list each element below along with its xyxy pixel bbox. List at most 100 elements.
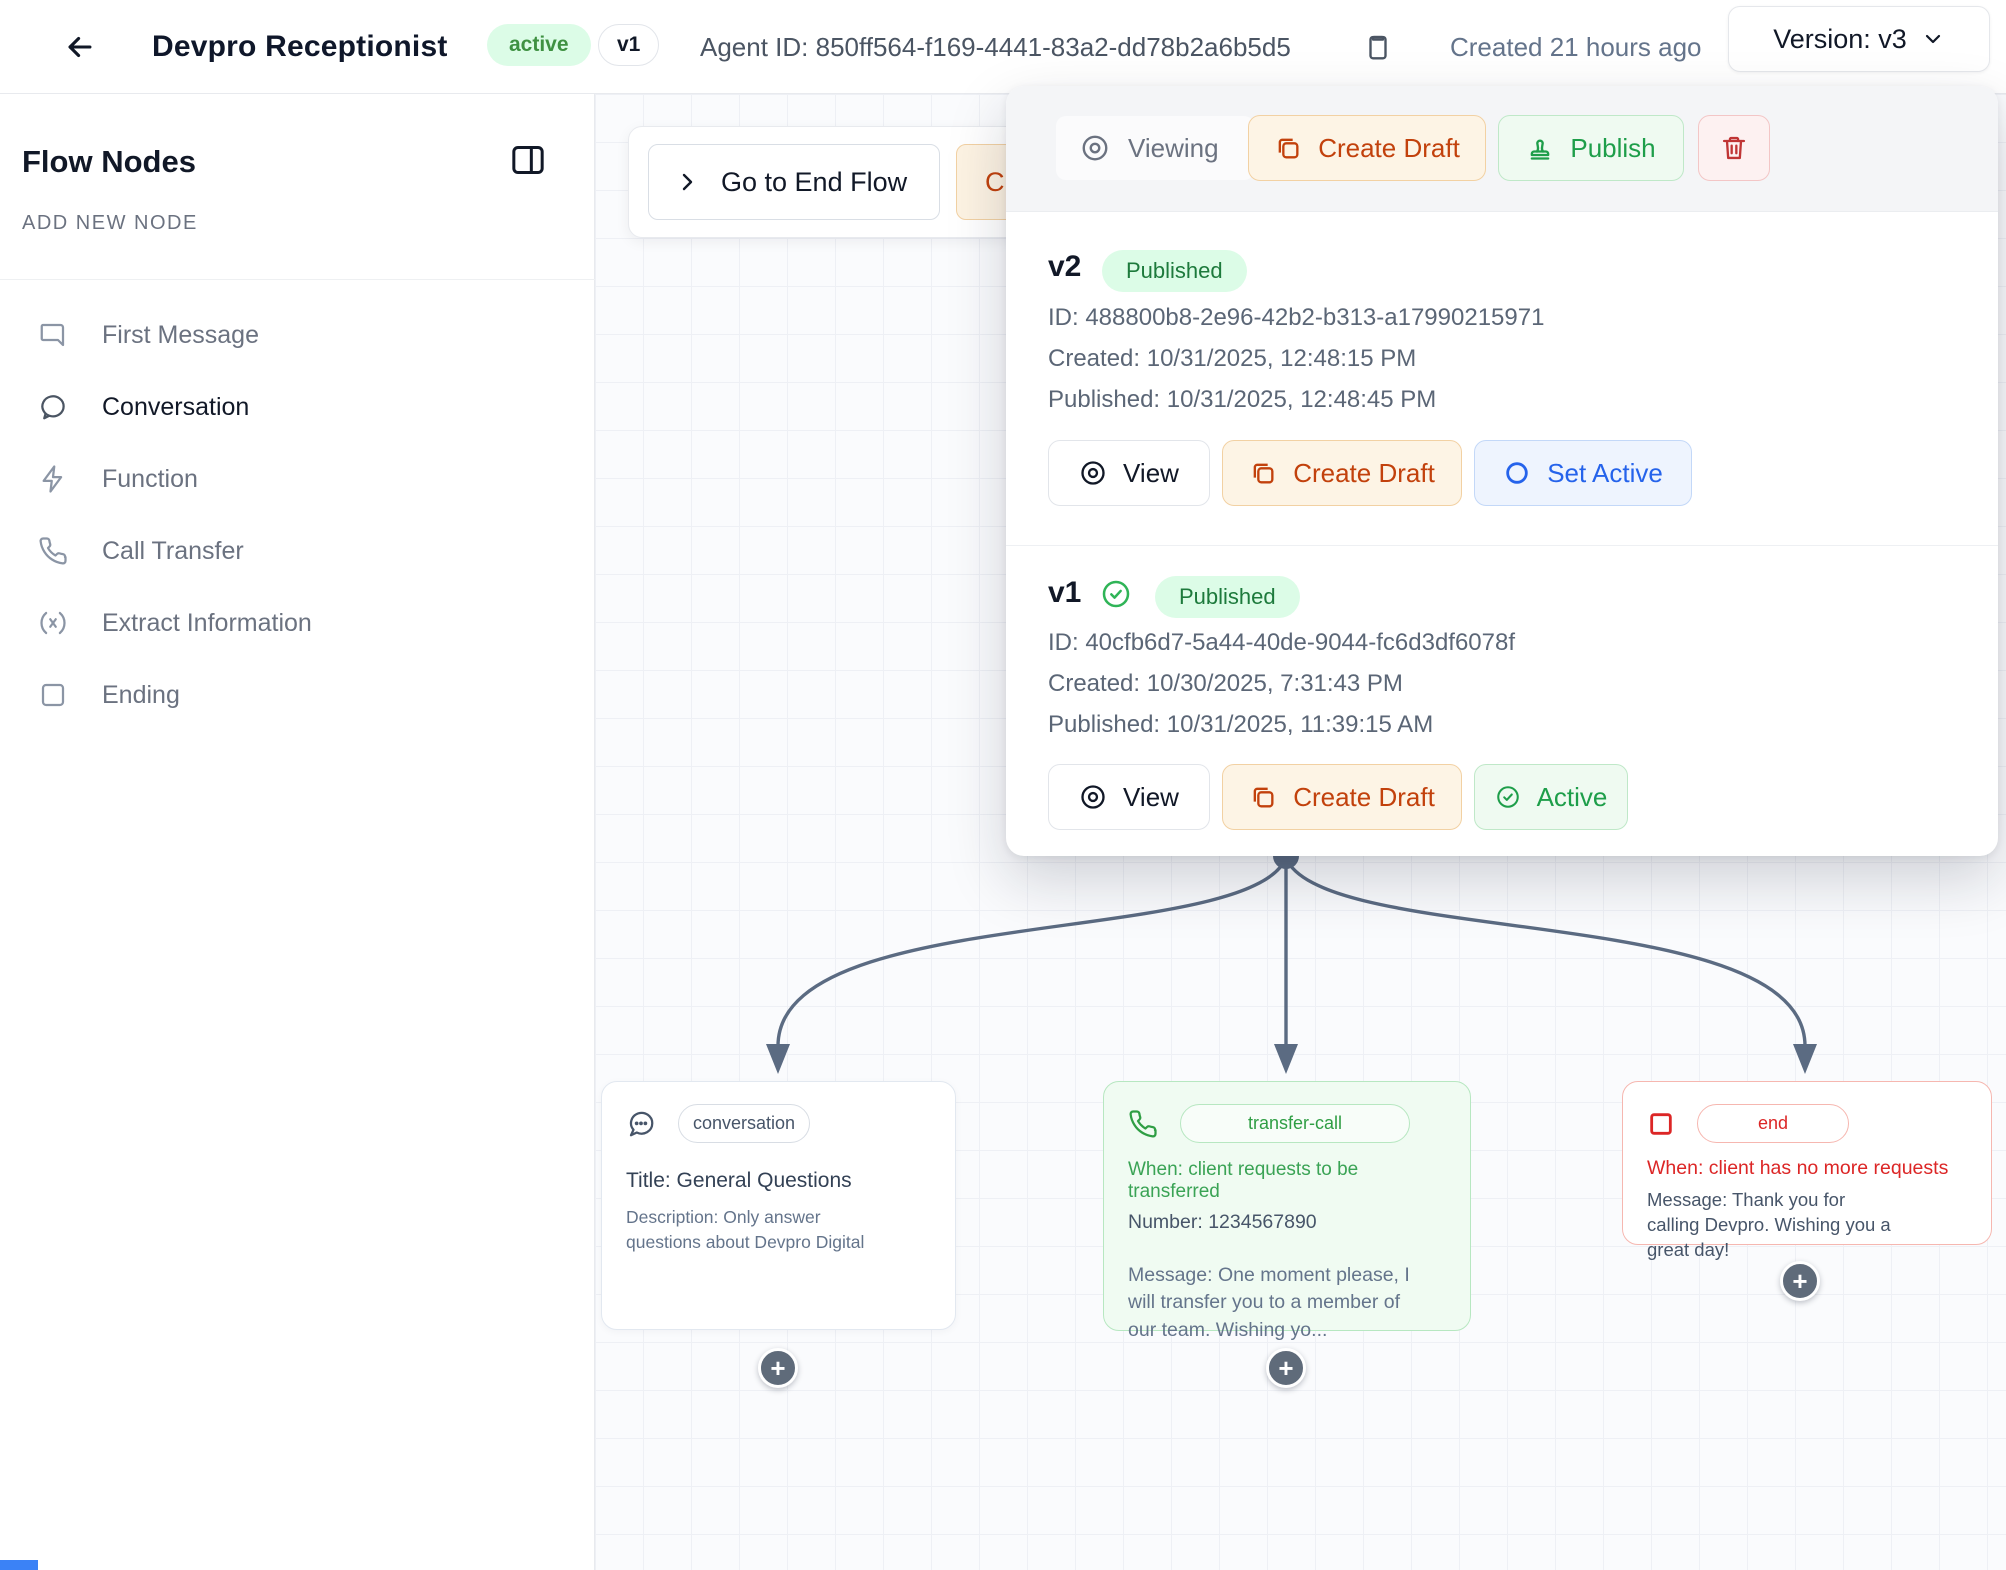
- end-node[interactable]: end When: client has no more requests Me…: [1622, 1081, 1992, 1245]
- sidebar-item-function[interactable]: Function: [0, 450, 595, 508]
- chat-round-icon: [38, 392, 68, 422]
- publish-button[interactable]: Publish: [1498, 115, 1684, 181]
- copy-icon: [1274, 134, 1302, 162]
- sidebar-item-extract-information[interactable]: Extract Information: [0, 594, 595, 652]
- created-ago-text: Created 21 hours ago: [1450, 0, 1702, 94]
- conversation-node[interactable]: conversation Title: General Questions De…: [601, 1081, 956, 1330]
- status-badge: active: [487, 24, 591, 66]
- check-circle-icon: [1495, 784, 1521, 810]
- view-button[interactable]: View: [1048, 764, 1210, 830]
- sidebar-item-conversation[interactable]: Conversation: [0, 378, 595, 436]
- node-number: Number: 1234567890: [1104, 1203, 1470, 1234]
- panel-toggle-icon[interactable]: [508, 140, 550, 182]
- version-badge: v1: [598, 24, 659, 66]
- chat-square-icon: [38, 320, 68, 350]
- version-published: Published: 10/31/2025, 11:39:15 AM: [1048, 711, 1433, 739]
- sidebar-item-label: Function: [102, 465, 198, 494]
- version-created: Created: 10/30/2025, 7:31:43 PM: [1048, 670, 1403, 698]
- eye-icon: [1079, 783, 1107, 811]
- set-active-label: Set Active: [1547, 458, 1663, 489]
- node-title: Title: General Questions: [602, 1143, 955, 1193]
- version-id: ID: 488800b8-2e96-42b2-b313-a17990215971: [1048, 304, 1544, 332]
- scrollbar-fragment: [0, 1560, 38, 1570]
- square-icon: [1647, 1110, 1675, 1138]
- version-published: Published: 10/31/2025, 12:48:45 PM: [1048, 386, 1436, 414]
- publish-label: Publish: [1570, 133, 1655, 164]
- version-selector[interactable]: Version: v3: [1728, 6, 1990, 72]
- chat-dots-icon: [626, 1109, 656, 1139]
- sidebar-item-first-message[interactable]: First Message: [0, 306, 595, 364]
- extract-icon: [38, 608, 68, 638]
- back-button[interactable]: [56, 0, 104, 94]
- phone-icon: [1128, 1109, 1158, 1139]
- viewing-button[interactable]: Viewing: [1056, 116, 1254, 180]
- app-header: Devpro Receptionist active v1 Agent ID: …: [0, 0, 2006, 94]
- copy-icon: [1249, 783, 1277, 811]
- go-to-end-flow-button[interactable]: Go to End Flow: [648, 144, 940, 220]
- delete-button[interactable]: [1698, 115, 1770, 181]
- add-new-node-label: ADD NEW NODE: [22, 212, 198, 235]
- phone-icon: [38, 536, 68, 566]
- viewing-label: Viewing: [1128, 133, 1219, 164]
- stamp-icon: [1526, 134, 1554, 162]
- chevron-right-icon: [675, 170, 699, 194]
- partial-button-label: C: [985, 167, 1005, 198]
- published-badge: Published: [1102, 250, 1247, 292]
- transfer-call-node[interactable]: transfer-call When: client requests to b…: [1103, 1081, 1471, 1331]
- sidebar-item-label: Call Transfer: [102, 537, 244, 566]
- create-draft-button[interactable]: Create Draft: [1222, 440, 1462, 506]
- add-node-button[interactable]: +: [1266, 1348, 1306, 1388]
- sidebar: Flow Nodes ADD NEW NODE First Message Co…: [0, 94, 595, 1570]
- node-description: Description: Only answer questions about…: [602, 1193, 902, 1256]
- copy-icon: [1249, 459, 1277, 487]
- add-node-button[interactable]: +: [1780, 1261, 1820, 1301]
- add-node-button[interactable]: +: [758, 1348, 798, 1388]
- node-message: Message: Thank you for calling Devpro. W…: [1623, 1180, 1923, 1263]
- version-selector-label: Version: v3: [1773, 24, 1907, 55]
- create-draft-label: Create Draft: [1318, 133, 1460, 164]
- active-button[interactable]: Active: [1474, 764, 1628, 830]
- eye-icon: [1079, 459, 1107, 487]
- chevron-down-icon: [1921, 27, 1945, 51]
- trash-icon: [1720, 134, 1748, 162]
- arrow-left-icon: [63, 30, 97, 64]
- divider: [0, 279, 595, 280]
- square-icon: [38, 680, 68, 710]
- create-draft-button[interactable]: Create Draft: [1248, 115, 1486, 181]
- agent-id-text: Agent ID: 850ff564-f169-4441-83a2-dd78b2…: [700, 0, 1291, 94]
- sidebar-item-call-transfer[interactable]: Call Transfer: [0, 522, 595, 580]
- sidebar-title: Flow Nodes: [22, 144, 196, 180]
- go-to-end-flow-label: Go to End Flow: [721, 167, 907, 198]
- create-draft-label: Create Draft: [1293, 458, 1435, 489]
- published-badge: Published: [1155, 576, 1300, 618]
- node-when: When: client requests to be transferred: [1104, 1143, 1470, 1203]
- view-label: View: [1123, 458, 1179, 489]
- view-label: View: [1123, 782, 1179, 813]
- divider: [1006, 545, 1998, 546]
- check-circle-icon: [1100, 578, 1132, 610]
- version-id: ID: 40cfb6d7-5a44-40de-9044-fc6d3df6078f: [1048, 629, 1515, 657]
- eye-icon: [1080, 133, 1110, 163]
- node-type-badge: transfer-call: [1180, 1104, 1410, 1143]
- sidebar-item-label: Conversation: [102, 393, 249, 422]
- sidebar-item-label: Extract Information: [102, 609, 312, 638]
- node-message: Message: One moment please, I will trans…: [1104, 1234, 1434, 1344]
- lightning-icon: [38, 464, 68, 494]
- version-name: v2: [1048, 250, 1081, 284]
- sidebar-item-ending[interactable]: Ending: [0, 666, 595, 724]
- sidebar-item-label: First Message: [102, 321, 259, 350]
- set-active-button[interactable]: Set Active: [1474, 440, 1692, 506]
- version-created: Created: 10/31/2025, 12:48:15 PM: [1048, 345, 1416, 373]
- version-name: v1: [1048, 576, 1081, 610]
- node-type-badge: end: [1697, 1104, 1849, 1143]
- node-when: When: client has no more requests: [1623, 1143, 1991, 1180]
- agent-title: Devpro Receptionist: [152, 0, 448, 94]
- sidebar-item-label: Ending: [102, 681, 180, 710]
- create-draft-label: Create Draft: [1293, 782, 1435, 813]
- copy-icon[interactable]: [1358, 0, 1398, 94]
- view-button[interactable]: View: [1048, 440, 1210, 506]
- node-type-badge: conversation: [678, 1104, 810, 1143]
- active-label: Active: [1537, 782, 1608, 813]
- create-draft-button[interactable]: Create Draft: [1222, 764, 1462, 830]
- circle-icon: [1503, 459, 1531, 487]
